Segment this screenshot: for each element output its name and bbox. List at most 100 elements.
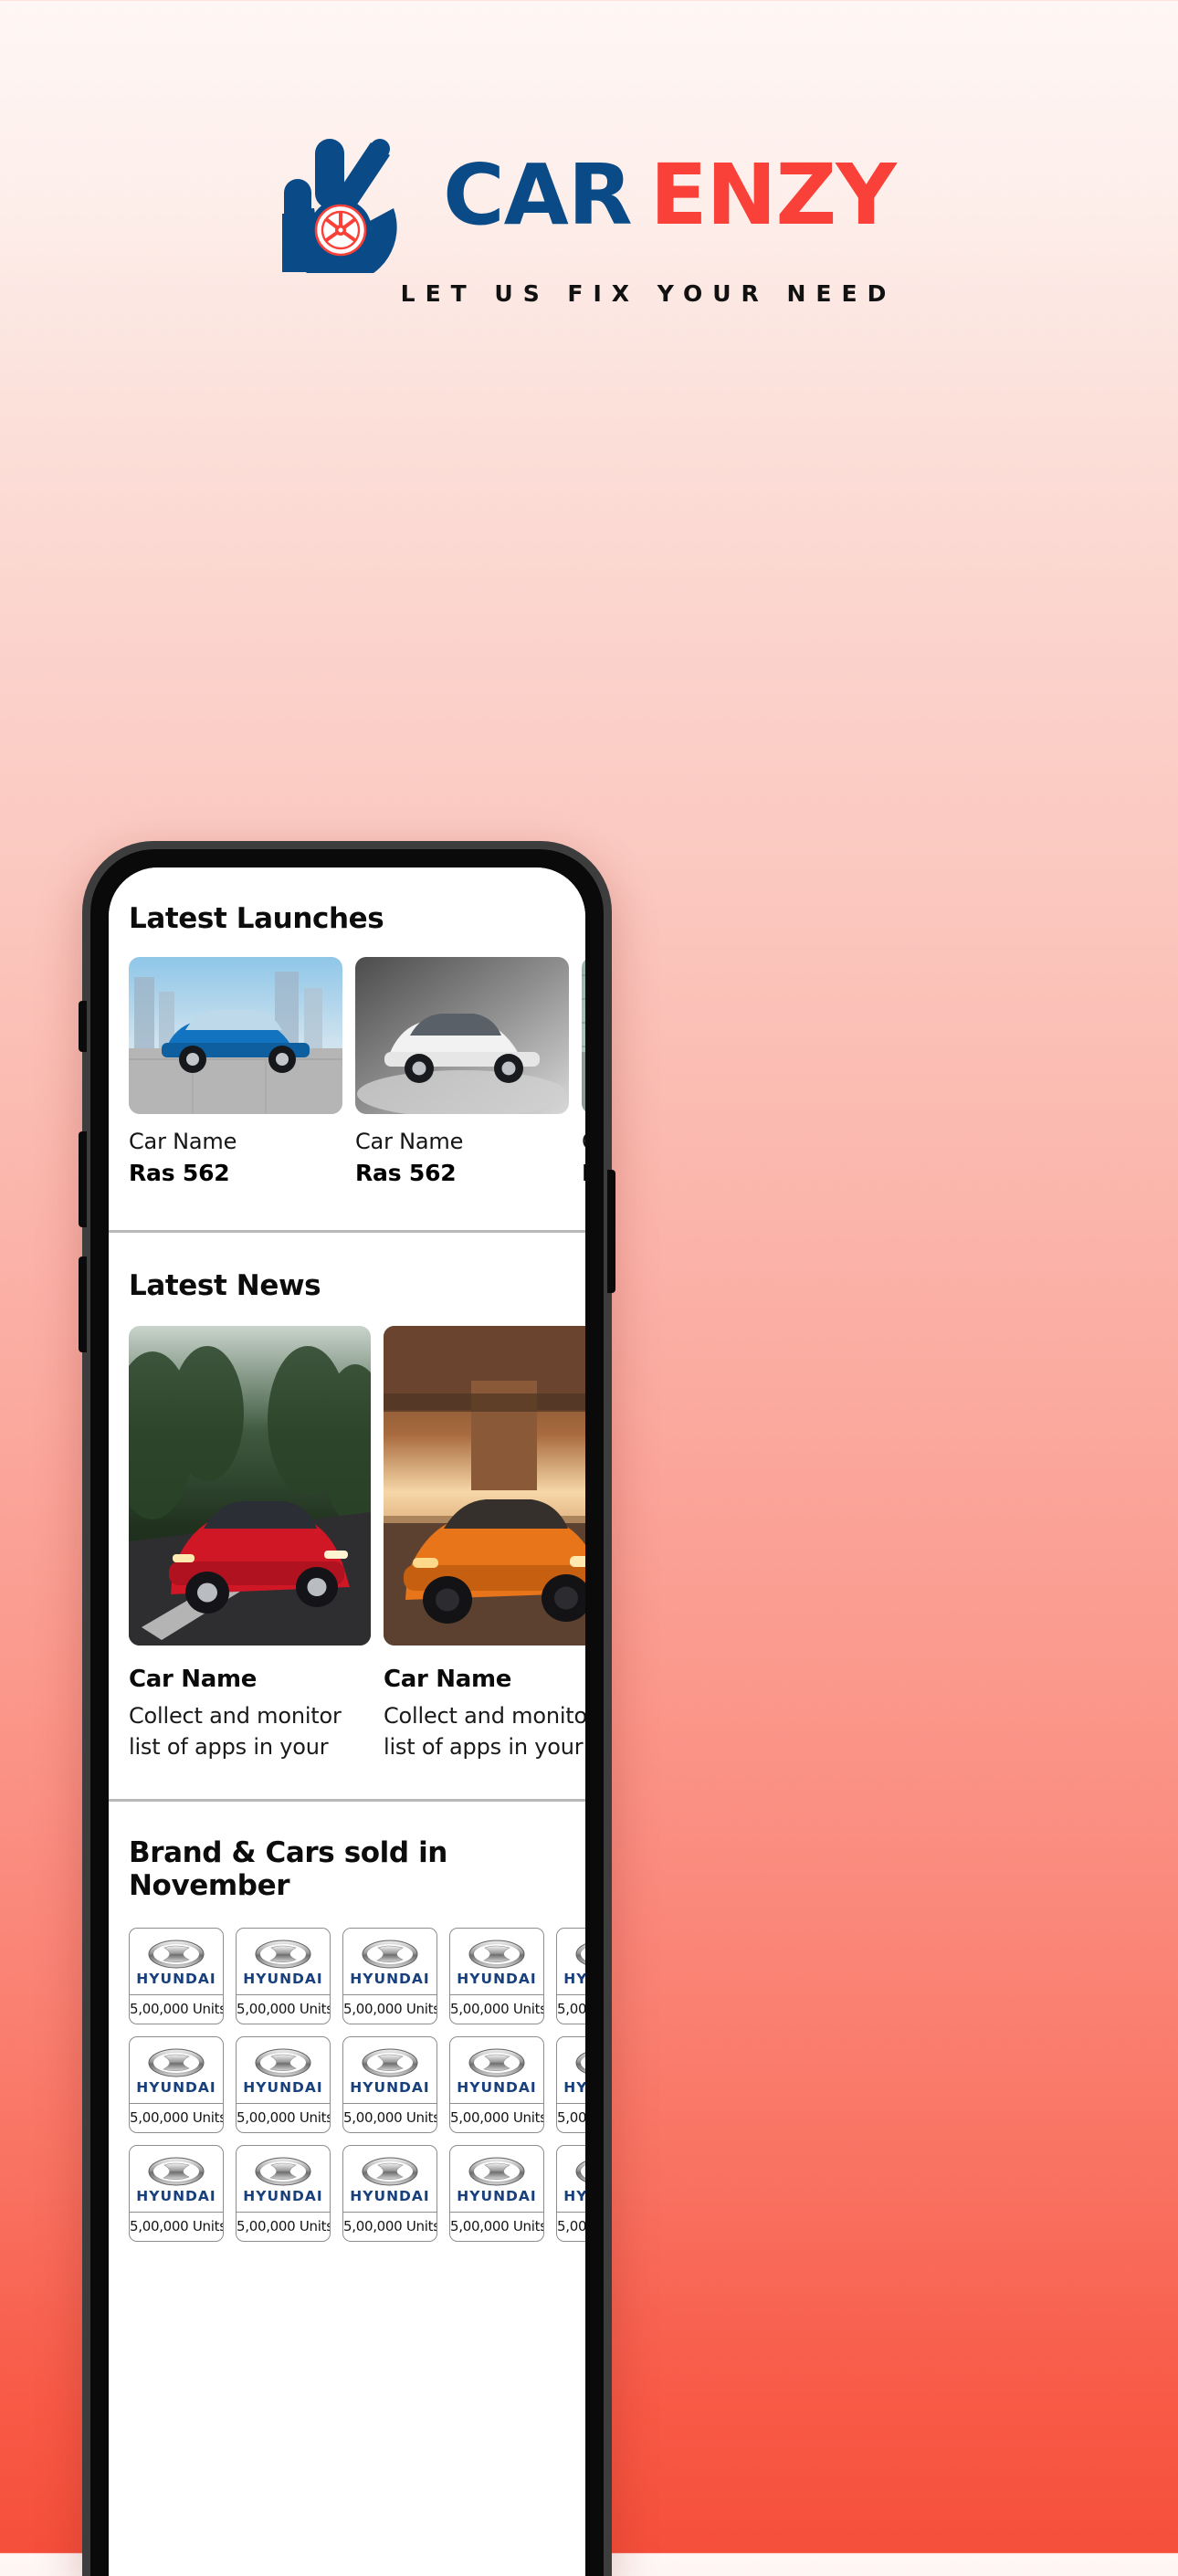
logo-wordmark: CAR ENZY <box>443 145 897 244</box>
logo-tagline: LET US FIX YOUR NEED <box>400 280 897 307</box>
news-card[interactable]: Car Name Collect and monitor list of app… <box>129 1326 371 1762</box>
news-card-meta: Car Name Collect and monitor list of app… <box>384 1645 585 1762</box>
brand-card[interactable]: HYUNDAI 5,00,000 Units <box>129 1928 224 2025</box>
hyundai-wordmark: HYUNDAI <box>457 2079 537 2097</box>
hyundai-logo-icon <box>575 2052 585 2074</box>
brand-card[interactable]: HYUNDAI 5,00,000 Units <box>556 1928 585 2025</box>
brand-logo-box: HYUNDAI <box>557 2037 585 2103</box>
launch-card-image <box>355 957 569 1114</box>
brand-units: 5,00,000 Units <box>237 2103 330 2132</box>
brand-card[interactable]: HYUNDAI 5,00,000 Units <box>556 2145 585 2243</box>
launch-card-meta: Car Name Ras 562 <box>355 1114 569 1186</box>
section-brands: Brand & Cars sold in November HYUNDAI 5,… <box>109 1802 585 2243</box>
launch-card-code: Ras 562 <box>129 1160 230 1186</box>
launch-card-code: Ras 562 <box>582 1160 585 1186</box>
brand-card[interactable]: HYUNDAI 5,00,000 Units <box>342 2145 437 2243</box>
brand-logo-box: HYUNDAI <box>237 2146 330 2212</box>
brand-card[interactable]: HYUNDAI 5,00,000 Units <box>449 1928 544 2025</box>
brand-logo-box: HYUNDAI <box>450 1929 543 1994</box>
brand-logo-box: HYUNDAI <box>343 2146 436 2212</box>
hyundai-wordmark: HYUNDAI <box>243 2079 323 2097</box>
news-card-name: Car Name <box>384 1666 512 1693</box>
brand-card[interactable]: HYUNDAI 5,00,000 Units <box>236 2036 331 2134</box>
hyundai-logo-icon <box>362 2157 418 2186</box>
launch-card-meta: Car Name Ras 562 <box>129 1114 342 1186</box>
brand-grid: HYUNDAI 5,00,000 Units HYUNDAI 5,00,000 … <box>109 1928 585 2243</box>
volume-down-button[interactable] <box>79 1256 87 1352</box>
brand-logo-box: HYUNDAI <box>450 2146 543 2212</box>
power-button[interactable] <box>607 1170 615 1293</box>
latest-launches-carousel[interactable]: Car Name Ras 562 Car Name Ras 562 <box>109 957 585 1186</box>
logo-text-car: CAR <box>443 145 633 244</box>
news-card-desc: Collect and monitor list of apps in your <box>384 1703 585 1761</box>
latest-news-title: Latest News <box>129 1269 321 1302</box>
news-card-meta: Car Name Collect and monitor list of app… <box>129 1645 371 1762</box>
brand-logo-box: HYUNDAI <box>130 1929 223 1994</box>
brand-logo-box: HYUNDAI <box>130 2037 223 2103</box>
brand-units: 5,00,000 Units <box>450 1994 543 2024</box>
news-card[interactable]: Car Name Collect and monitor list of app… <box>384 1326 585 1762</box>
launch-card-meta: Car Name Ras 562 <box>582 1114 585 1186</box>
brand-card[interactable]: HYUNDAI 5,00,000 Units <box>236 1928 331 2025</box>
hyundai-logo-icon <box>468 2157 525 2186</box>
launch-card-name: Car Name <box>355 1129 464 1154</box>
hyundai-logo-icon <box>255 2157 311 2186</box>
launch-card[interactable]: Car Name Ras 562 <box>582 957 585 1186</box>
hyundai-logo-icon <box>148 2157 205 2186</box>
brand-card[interactable]: HYUNDAI 5,00,000 Units <box>236 2145 331 2243</box>
brand-card[interactable]: HYUNDAI 5,00,000 Units <box>449 2036 544 2134</box>
section-latest-news: Latest News Car Name Collect and monitor… <box>109 1233 585 1800</box>
hyundai-logo-icon <box>468 2048 525 2077</box>
brand-card[interactable]: HYUNDAI 5,00,000 Units <box>129 2036 224 2134</box>
brand-units: 5,00,000 Units <box>450 2103 543 2132</box>
brand-logo-box: HYUNDAI <box>557 2146 585 2212</box>
launch-card-image <box>582 957 585 1114</box>
brand-units: 5,00,000 Units <box>237 1994 330 2024</box>
silent-switch[interactable] <box>79 1001 87 1052</box>
hyundai-logo-icon <box>362 2048 418 2077</box>
launch-card[interactable]: Car Name Ras 562 <box>129 957 342 1186</box>
brand-units: 5,00,000 Units <box>557 2103 585 2132</box>
app-logo: CAR ENZY LET US FIX YOUR NEED <box>0 117 1178 307</box>
hyundai-wordmark: HYUNDAI <box>350 2188 430 2205</box>
hyundai-logo-icon <box>575 1943 585 1965</box>
latest-launches-title: Latest Launches <box>129 902 384 935</box>
brand-units: 5,00,000 Units <box>130 2103 223 2132</box>
brand-units: 5,00,000 Units <box>343 2103 436 2132</box>
phone-screen: Latest Launches Car Name Ras 562 Car Nam… <box>109 867 585 2576</box>
brand-logo-box: HYUNDAI <box>237 1929 330 1994</box>
section-latest-launches: Latest Launches Car Name Ras 562 Car Nam… <box>109 867 585 1230</box>
hyundai-wordmark: HYUNDAI <box>563 1971 585 1988</box>
brand-units: 5,00,000 Units <box>557 2212 585 2241</box>
latest-news-carousel[interactable]: Car Name Collect and monitor list of app… <box>109 1326 585 1762</box>
brand-units: 5,00,000 Units <box>237 2212 330 2241</box>
phone-mockup: Latest Launches Car Name Ras 562 Car Nam… <box>79 841 615 2576</box>
hyundai-wordmark: HYUNDAI <box>457 1971 537 1988</box>
launch-card-name: Car Name <box>582 1129 585 1154</box>
hyundai-wordmark: HYUNDAI <box>350 2079 430 2097</box>
hyundai-logo-icon <box>362 1940 418 1969</box>
phone-bezel: Latest Launches Car Name Ras 562 Car Nam… <box>90 849 604 2576</box>
brand-card[interactable]: HYUNDAI 5,00,000 Units <box>342 1928 437 2025</box>
hyundai-logo-icon <box>255 2048 311 2077</box>
brand-logo-box: HYUNDAI <box>557 1929 585 1994</box>
hand-ok-wheel-icon <box>282 139 397 273</box>
brand-logo-box: HYUNDAI <box>343 2037 436 2103</box>
hyundai-wordmark: HYUNDAI <box>136 2079 216 2097</box>
hyundai-logo-icon <box>148 2048 205 2077</box>
brand-card[interactable]: HYUNDAI 5,00,000 Units <box>556 2036 585 2134</box>
brand-card[interactable]: HYUNDAI 5,00,000 Units <box>449 2145 544 2243</box>
launch-card[interactable]: Car Name Ras 562 <box>355 957 569 1186</box>
hyundai-logo-icon <box>255 1940 311 1969</box>
launch-card-code: Ras 562 <box>355 1160 457 1186</box>
hyundai-wordmark: HYUNDAI <box>563 2079 585 2097</box>
news-card-desc: Collect and monitor list of apps in your <box>129 1703 342 1761</box>
brand-units: 5,00,000 Units <box>130 1994 223 2024</box>
brand-card[interactable]: HYUNDAI 5,00,000 Units <box>342 2036 437 2134</box>
hyundai-logo-icon <box>575 2161 585 2182</box>
brands-title: Brand & Cars sold in November <box>129 1836 447 1903</box>
volume-up-button[interactable] <box>79 1131 87 1227</box>
logo-row: CAR ENZY <box>282 117 897 273</box>
logo-text-enzy: ENZY <box>649 145 897 244</box>
brand-card[interactable]: HYUNDAI 5,00,000 Units <box>129 2145 224 2243</box>
